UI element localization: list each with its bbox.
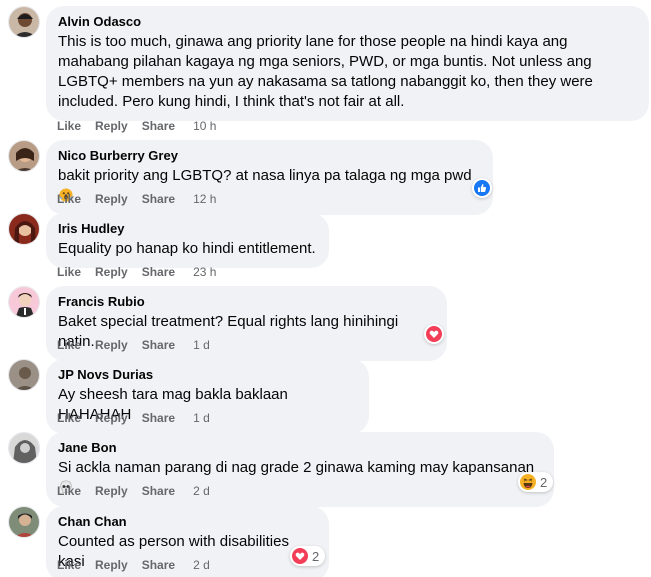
comment-actions: Like Reply Share 1 d xyxy=(57,410,210,426)
reply-button[interactable]: Reply xyxy=(95,410,128,426)
love-reaction-icon xyxy=(426,326,442,342)
reply-button[interactable]: Reply xyxy=(95,264,128,280)
commenter-name[interactable]: Jane Bon xyxy=(58,440,542,456)
comment-bubble: Iris Hudley Equality po hanap ko hindi e… xyxy=(46,213,329,268)
reply-button[interactable]: Reply xyxy=(95,557,128,573)
comment-line: Si ackla naman parang di nag grade 2 gin… xyxy=(58,459,535,476)
reaction-badge[interactable]: 2 xyxy=(290,546,326,566)
comment-line: bakit priority ang LGBTQ? at nasa linya … xyxy=(58,167,472,184)
comment-actions: Like Reply Share 2 d xyxy=(57,557,210,573)
commenter-name[interactable]: Chan Chan xyxy=(58,514,317,530)
avatar[interactable] xyxy=(8,359,40,391)
commenter-name[interactable]: Iris Hudley xyxy=(58,221,317,237)
comment-text: Equality po hanap ko hindi entitlement. xyxy=(58,240,316,257)
commenter-name[interactable]: Alvin Odasco xyxy=(58,14,637,30)
reaction-badge[interactable] xyxy=(472,178,492,198)
reaction-count: 2 xyxy=(312,548,320,564)
like-button[interactable]: Like xyxy=(57,557,81,573)
avatar[interactable] xyxy=(8,140,40,172)
comment-actions: Like Reply Share 23 h xyxy=(57,264,216,280)
commenter-name[interactable]: Francis Rubio xyxy=(58,294,435,310)
haha-reaction-icon xyxy=(520,474,536,490)
avatar[interactable] xyxy=(8,6,40,38)
commenter-name[interactable]: JP Novs Durias xyxy=(58,367,357,383)
timestamp[interactable]: 1 d xyxy=(193,410,210,426)
timestamp[interactable]: 1 d xyxy=(193,337,210,353)
avatar[interactable] xyxy=(8,286,40,318)
share-button[interactable]: Share xyxy=(142,191,175,207)
share-button[interactable]: Share xyxy=(142,118,175,134)
share-button[interactable]: Share xyxy=(142,557,175,573)
like-button[interactable]: Like xyxy=(57,118,81,134)
like-button[interactable]: Like xyxy=(57,483,81,499)
like-button[interactable]: Like xyxy=(57,410,81,426)
share-button[interactable]: Share xyxy=(142,264,175,280)
comment-actions: Like Reply Share 10 h xyxy=(57,118,216,134)
comment-line: This is too much, ginawa ang priority la… xyxy=(58,33,568,50)
like-button[interactable]: Like xyxy=(57,264,81,280)
timestamp[interactable]: 2 d xyxy=(193,483,210,499)
reply-button[interactable]: Reply xyxy=(95,191,128,207)
avatar[interactable] xyxy=(8,432,40,464)
comment-bubble: Alvin Odasco This is too much, ginawa an… xyxy=(46,6,649,121)
timestamp[interactable]: 23 h xyxy=(193,264,216,280)
timestamp[interactable]: 2 d xyxy=(193,557,210,573)
share-button[interactable]: Share xyxy=(142,410,175,426)
comment-actions: Like Reply Share 12 h xyxy=(57,191,216,207)
like-button[interactable]: Like xyxy=(57,337,81,353)
like-button[interactable]: Like xyxy=(57,191,81,207)
reply-button[interactable]: Reply xyxy=(95,483,128,499)
comment-actions: Like Reply Share 2 d xyxy=(57,483,210,499)
share-button[interactable]: Share xyxy=(142,337,175,353)
comment-text: This is too much, ginawa ang priority la… xyxy=(58,32,637,112)
avatar[interactable] xyxy=(8,213,40,245)
love-reaction-icon xyxy=(292,548,308,564)
timestamp[interactable]: 10 h xyxy=(193,118,216,134)
reaction-badge[interactable] xyxy=(424,324,444,344)
reaction-badge[interactable]: 2 xyxy=(518,472,554,492)
comment-line: included. Pero kung hindi, I think that'… xyxy=(58,93,405,110)
comment-line: LGBTQ+ members na yun ay nakasama sa tat… xyxy=(58,73,593,90)
reply-button[interactable]: Reply xyxy=(95,118,128,134)
like-reaction-icon xyxy=(474,180,490,196)
timestamp[interactable]: 12 h xyxy=(193,191,216,207)
commenter-name[interactable]: Nico Burberry Grey xyxy=(58,148,481,164)
reply-button[interactable]: Reply xyxy=(95,337,128,353)
share-button[interactable]: Share xyxy=(142,483,175,499)
avatar[interactable] xyxy=(8,506,40,538)
comment-line: mahabang pilahan kagaya ng mga seniors, … xyxy=(58,53,592,70)
reaction-count: 2 xyxy=(540,474,548,490)
comment-actions: Like Reply Share 1 d xyxy=(57,337,210,353)
